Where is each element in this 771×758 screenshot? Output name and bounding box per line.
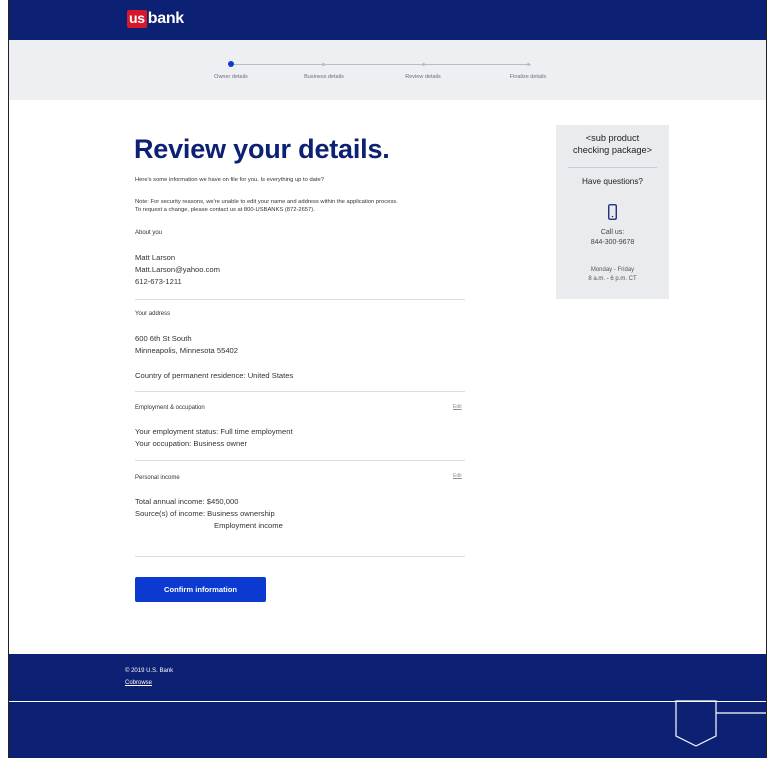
logo-bank-wordmark: bank <box>147 10 184 27</box>
section-heading-employment: Employment & occupation <box>135 405 205 411</box>
shield-icon <box>675 700 766 747</box>
site-footer <box>9 654 766 758</box>
step-dot-review-details <box>422 63 425 66</box>
step-dot-owner-details <box>228 61 234 67</box>
total-annual-income: Total annual income: $450,000 <box>135 497 239 506</box>
address-line2: Minneapolis, Minnesota 55402 <box>135 346 239 355</box>
owner-name: Matt Larson <box>135 253 176 262</box>
security-note-line2: To request a change, please contact us a… <box>135 207 315 213</box>
intro-text: Here's some information we have on file … <box>135 177 324 183</box>
help-card: <sub product checking package> Have ques… <box>556 125 669 299</box>
card-divider <box>568 167 657 168</box>
cobrowse-link[interactable]: Cobrowse <box>125 680 152 686</box>
income-sources: Source(s) of income: Business ownership <box>135 509 275 518</box>
have-questions-heading: Have questions? <box>582 177 643 186</box>
progress-track <box>231 64 531 65</box>
divider <box>135 391 465 392</box>
product-name-line1: <sub product <box>585 133 640 143</box>
phone-icon <box>608 204 617 220</box>
security-note-line1: Note: For security reasons, we're unable… <box>135 199 398 205</box>
step-label-owner-details: Owner details <box>214 74 248 80</box>
employment-status: Your employment status: Full time employ… <box>135 427 293 436</box>
step-dot-finalize-details <box>527 63 530 66</box>
page-title: Review your details. <box>134 134 390 164</box>
copyright-text: © 2019 U.S. Bank <box>125 668 174 674</box>
hours-info: Monday - Friday 8 a.m. - 6 p.m. CT <box>556 266 669 283</box>
step-label-finalize-details: Finalize details <box>509 74 547 80</box>
step-label-business-details: Business details <box>304 74 344 80</box>
occupation: Your occupation: Business owner <box>135 439 248 448</box>
divider <box>135 299 465 300</box>
progress-stepper: Owner details Business details Review de… <box>9 40 766 100</box>
divider <box>135 556 465 557</box>
footer-divider-line <box>9 701 766 702</box>
page-border-left <box>8 0 9 758</box>
site-header <box>9 0 766 40</box>
address-line1: 600 6th St South <box>135 334 192 343</box>
owner-email: Matt.Larson@yahoo.com <box>135 265 220 274</box>
divider <box>135 460 465 461</box>
income-source-employment: Employment income <box>214 521 283 530</box>
hours-time: 8 a.m. - 6 p.m. CT <box>588 275 637 282</box>
step-dot-business-details <box>322 63 325 66</box>
call-us-info: Call us: 844-300-9678 <box>556 228 669 248</box>
country-of-residence: Country of permanent residence: United S… <box>135 371 294 380</box>
owner-phone: 612-673-1211 <box>135 277 182 286</box>
confirm-information-button[interactable]: Confirm information <box>135 577 266 602</box>
edit-employment-link[interactable]: Edit <box>453 404 462 410</box>
edit-income-link[interactable]: Edit <box>453 473 462 479</box>
section-heading-about-you: About you <box>135 230 163 236</box>
logo-us-mark: us <box>127 10 147 28</box>
section-heading-address: Your address <box>135 311 171 317</box>
section-heading-income: Personal income <box>135 475 180 481</box>
hours-days: Monday - Friday <box>590 267 635 273</box>
product-name: <sub product checking package> <box>556 132 669 156</box>
product-name-line2: checking package> <box>573 145 652 155</box>
call-us-number[interactable]: 844-300-9678 <box>556 238 669 248</box>
call-us-label: Call us: <box>600 229 625 236</box>
usbank-logo[interactable]: us bank <box>127 9 184 29</box>
page-border-right <box>766 0 767 758</box>
step-label-review-details: Review details <box>405 74 441 80</box>
page <box>8 0 767 758</box>
